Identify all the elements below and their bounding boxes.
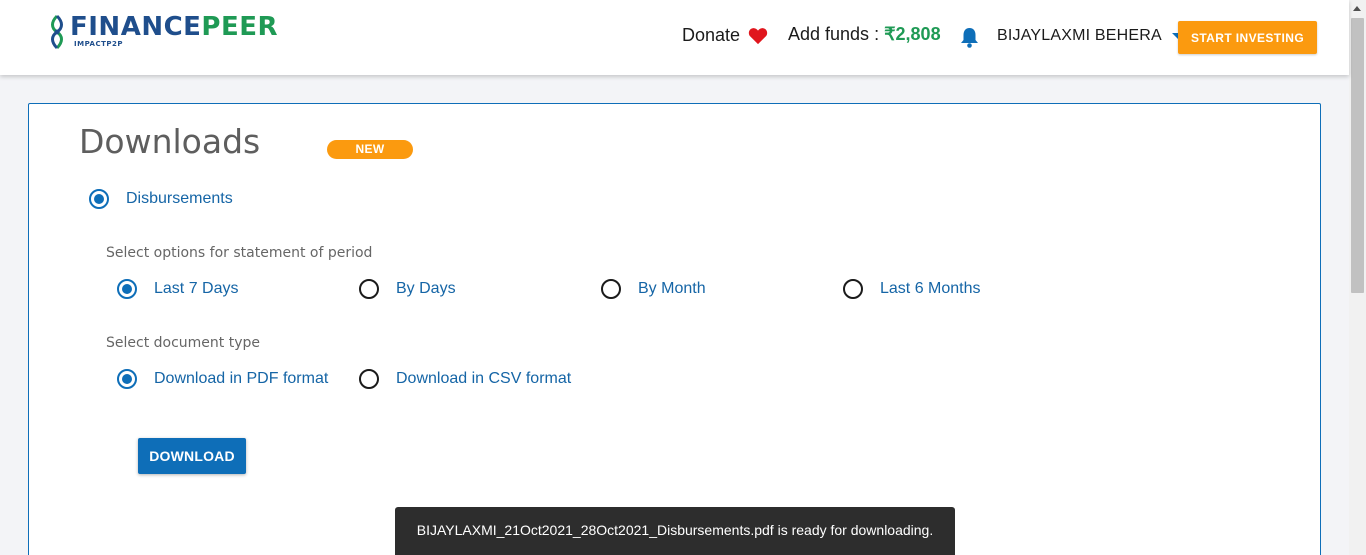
bell-icon[interactable] — [960, 27, 979, 48]
radio-csv-format[interactable]: Download in CSV format — [359, 369, 571, 389]
funds-label: Add funds : — [788, 24, 885, 44]
logo-mark-icon — [51, 14, 63, 50]
radio-label: Download in PDF format — [154, 370, 329, 387]
user-menu[interactable]: BIJAYLAXMI BEHERA — [997, 27, 1186, 45]
radio-button[interactable] — [601, 279, 621, 299]
page-title: Downloads — [79, 122, 261, 161]
donate-label: Donate — [682, 25, 741, 45]
radio-label: Last 7 Days — [154, 280, 239, 297]
doc-type-section-label: Select document type — [106, 335, 260, 351]
download-button[interactable]: DOWNLOAD — [138, 438, 246, 474]
radio-label: By Month — [638, 280, 706, 297]
page-scrollbar[interactable] — [1349, 0, 1366, 555]
radio-label: Last 6 Months — [880, 280, 981, 297]
downloads-card: Downloads NEW Disbursements Select optio… — [28, 103, 1321, 555]
logo-tagline: IMPACTP2P — [74, 40, 124, 48]
funds-amount: ₹2,808 — [884, 24, 941, 44]
radio-button[interactable] — [359, 369, 379, 389]
financepeer-logo[interactable]: FINANCEPEER IMPACTP2P — [48, 12, 288, 52]
radio-last-6-months[interactable]: Last 6 Months — [843, 279, 981, 299]
top-nav-bar: FINANCEPEER IMPACTP2P Donate Add funds :… — [0, 0, 1349, 75]
logo-text-peer: PEER — [201, 12, 279, 42]
radio-label: By Days — [396, 280, 456, 297]
logo-text-finance: FINANCE — [70, 12, 202, 42]
logo-wordmark: FINANCEPEER — [70, 12, 278, 42]
radio-button-checked[interactable] — [117, 369, 137, 389]
radio-disbursements[interactable]: Disbursements — [89, 189, 233, 209]
scrollbar-thumb[interactable] — [1351, 18, 1364, 293]
radio-by-days[interactable]: By Days — [359, 279, 456, 299]
radio-label: Disbursements — [126, 190, 233, 207]
scroll-up-arrow-icon[interactable] — [1353, 6, 1361, 11]
radio-button[interactable] — [359, 279, 379, 299]
start-investing-button[interactable]: START INVESTING — [1178, 21, 1317, 54]
heart-icon — [748, 27, 768, 44]
user-name: BIJAYLAXMI BEHERA — [997, 27, 1162, 44]
radio-button-checked[interactable] — [117, 279, 137, 299]
period-section-label: Select options for statement of period — [106, 245, 373, 261]
radio-button-checked[interactable] — [89, 189, 109, 209]
download-ready-toast: BIJAYLAXMI_21Oct2021_28Oct2021_Disbursem… — [395, 507, 955, 555]
radio-by-month[interactable]: By Month — [601, 279, 706, 299]
new-badge: NEW — [327, 140, 413, 159]
donate-link[interactable]: Donate — [682, 25, 768, 46]
radio-pdf-format[interactable]: Download in PDF format — [117, 369, 328, 389]
add-funds-link[interactable]: Add funds : ₹2,808 — [788, 24, 941, 45]
radio-last-7-days[interactable]: Last 7 Days — [117, 279, 238, 299]
radio-label: Download in CSV format — [396, 370, 572, 387]
radio-button[interactable] — [843, 279, 863, 299]
